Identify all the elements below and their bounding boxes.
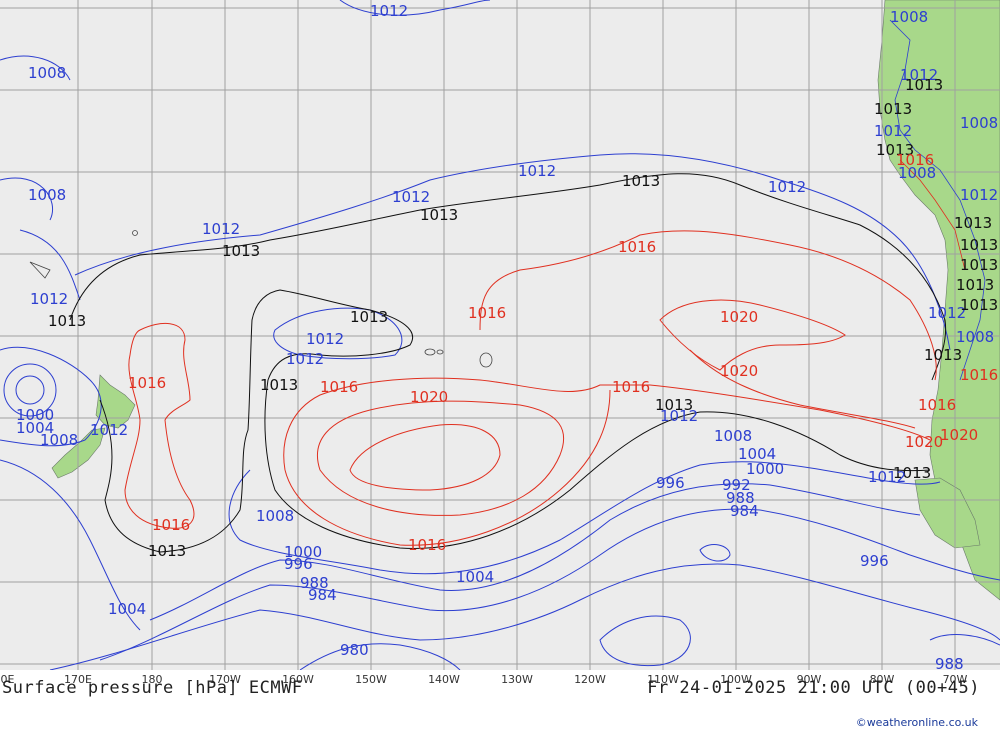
isobar-label: 1016 [612, 378, 650, 396]
isobar-label: 1004 [108, 600, 146, 618]
ocean-background [0, 0, 1000, 670]
isobar-label: 984 [730, 502, 759, 520]
isobar-label: 1000 [746, 460, 784, 478]
isobar-label: 1020 [720, 362, 758, 380]
longitude-label: 140W [428, 673, 460, 686]
isobar-label: 1012 [306, 330, 344, 348]
isobar-label: 1012 [286, 350, 324, 368]
isobar-label: 1013 [960, 236, 998, 254]
isobar-label: 1012 [874, 122, 912, 140]
isobar-label: 1013 [48, 312, 86, 330]
longitude-label: 120W [574, 673, 606, 686]
longitude-label: 150W [355, 673, 387, 686]
isobar-label: 996 [860, 552, 889, 570]
isobar-label: 1013 [960, 296, 998, 314]
isobar-label: 1016 [618, 238, 656, 256]
isobar-label: 1008 [256, 507, 294, 525]
map-title: Surface pressure [hPa] ECMWF [2, 678, 303, 698]
isobar-label: 1013 [222, 242, 260, 260]
isobar-label: 1012 [768, 178, 806, 196]
isobar-label: 1016 [468, 304, 506, 322]
map-canvas: 1012 1008 1008 1012 1012 1012 1012 1012 … [0, 0, 1000, 670]
isobar-label: 1013 [420, 206, 458, 224]
isobar-label: 1013 [148, 542, 186, 560]
isobar-label: 1016 [408, 536, 446, 554]
credit-link[interactable]: ©weatheronline.co.uk [856, 716, 978, 729]
isobar-label: 1012 [960, 186, 998, 204]
forecast-timestamp: Fr 24-01-2025 21:00 UTC (00+45) [647, 678, 980, 698]
isobar-label: 1012 [392, 188, 430, 206]
isobar-label: 1004 [456, 568, 494, 586]
isobar-label: 1008 [28, 64, 66, 82]
isobar-label: 1013 [874, 100, 912, 118]
isobar-label: 1012 [90, 421, 128, 439]
isobar-label: 1016 [152, 516, 190, 534]
isobar-label: 1012 [660, 407, 698, 425]
isobar-label: 1016 [918, 396, 956, 414]
isobar-label: 1013 [260, 376, 298, 394]
isobar-label: 988 [935, 655, 964, 670]
isobar-label: 1012 [868, 468, 906, 486]
isobar-label: 1016 [320, 378, 358, 396]
isobar-label: 1008 [960, 114, 998, 132]
longitude-label: 130W [501, 673, 533, 686]
isobar-label: 980 [340, 641, 369, 659]
isobar-label: 1013 [960, 256, 998, 274]
isobar-label: 996 [656, 474, 685, 492]
isobar-label: 1012 [202, 220, 240, 238]
isobar-label: 1008 [714, 427, 752, 445]
isobar-label: 1008 [956, 328, 994, 346]
isobar-label: 1000 [16, 406, 54, 424]
isobar-label: 996 [284, 555, 313, 573]
isobar-label: 1013 [905, 76, 943, 94]
isobar-label: 1013 [924, 346, 962, 364]
pressure-map: 1012 1008 1008 1012 1012 1012 1012 1012 … [0, 0, 1000, 670]
isobar-label: 1020 [410, 388, 448, 406]
isobar-label: 1012 [370, 2, 408, 20]
isobar-label: 1012 [30, 290, 68, 308]
isobar-label: 1016 [960, 366, 998, 384]
isobar-label: 1008 [890, 8, 928, 26]
isobar-label: 1020 [905, 433, 943, 451]
isobar-label: 1012 [518, 162, 556, 180]
isobar-label: 1013 [956, 276, 994, 294]
isobar-label: 1013 [954, 214, 992, 232]
isobar-label: 1020 [720, 308, 758, 326]
isobar-label: 984 [308, 586, 337, 604]
isobar-label: 1020 [940, 426, 978, 444]
isobar-label: 1013 [622, 172, 660, 190]
isobar-label: 1016 [896, 151, 934, 169]
isobar-label: 1013 [350, 308, 388, 326]
isobar-label: 1008 [28, 186, 66, 204]
isobar-label: 1016 [128, 374, 166, 392]
